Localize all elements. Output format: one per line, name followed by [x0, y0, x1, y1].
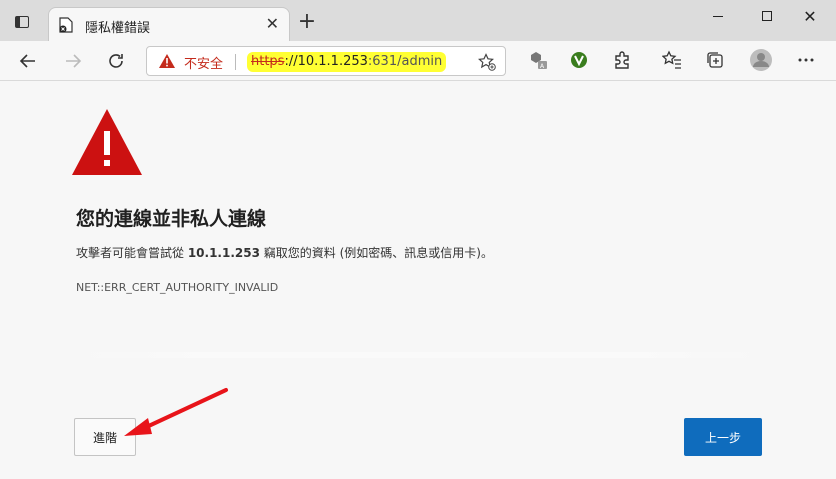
- url-text[interactable]: https://10.1.1.253:631/admin: [247, 52, 447, 72]
- tab-strip: 隱私權錯誤 ✕ + ✕: [0, 0, 836, 41]
- window-close-button[interactable]: ✕: [796, 6, 824, 26]
- back-arrow-icon: [19, 54, 35, 68]
- separator: [78, 352, 762, 358]
- reload-icon: [109, 54, 123, 68]
- desc-suffix: 竊取您的資料 (例如密碼、訊息或信用卡)。: [259, 246, 493, 260]
- annotation-arrow-icon: [124, 388, 228, 436]
- profile-avatar-icon[interactable]: [749, 48, 773, 72]
- warning-description: 攻擊者可能會嘗試從 10.1.1.253 竊取您的資料 (例如密碼、訊息或信用卡…: [76, 244, 493, 261]
- tab-actions-icon[interactable]: [8, 10, 36, 34]
- omnibox-divider: [235, 54, 236, 70]
- desc-prefix: 攻擊者可能會嘗試從: [76, 246, 188, 260]
- not-secure-warning-icon[interactable]: [159, 54, 175, 68]
- desc-host: 10.1.1.253: [187, 246, 260, 260]
- tab-close-button[interactable]: ✕: [266, 14, 279, 34]
- url-scheme: https: [251, 54, 285, 69]
- tab-title: 隱私權錯誤: [85, 21, 151, 36]
- reload-button[interactable]: [104, 49, 128, 73]
- warning-triangle-icon: [72, 109, 142, 175]
- extension-icon[interactable]: [567, 48, 591, 72]
- minimize-button[interactable]: [704, 6, 732, 26]
- error-code: NET::ERR_CERT_AUTHORITY_INVALID: [76, 281, 279, 294]
- page-favicon-icon: [59, 17, 73, 33]
- favorites-icon[interactable]: [660, 48, 684, 72]
- collections-icon[interactable]: [703, 48, 727, 72]
- maximize-button[interactable]: [753, 6, 781, 26]
- new-tab-button[interactable]: +: [296, 11, 318, 33]
- active-tab[interactable]: 隱私權錯誤 ✕: [48, 7, 290, 41]
- go-back-button[interactable]: 上一步: [684, 418, 762, 456]
- forward-arrow-icon: [66, 54, 82, 68]
- favorite-star-icon[interactable]: [478, 53, 496, 71]
- url-path: :631/admin: [367, 54, 443, 69]
- page-heading: 您的連線並非私人連線: [76, 208, 267, 230]
- puzzle-extensions-icon[interactable]: [610, 48, 634, 72]
- address-bar[interactable]: 不安全 https://10.1.1.253:631/admin: [146, 46, 506, 76]
- forward-button[interactable]: [61, 49, 85, 73]
- back-button[interactable]: [16, 49, 40, 73]
- read-aloud-icon[interactable]: A: [526, 48, 550, 72]
- security-status-label[interactable]: 不安全: [184, 53, 223, 72]
- url-host: ://10.1.1.253: [284, 54, 368, 69]
- more-menu-icon[interactable]: [794, 48, 818, 72]
